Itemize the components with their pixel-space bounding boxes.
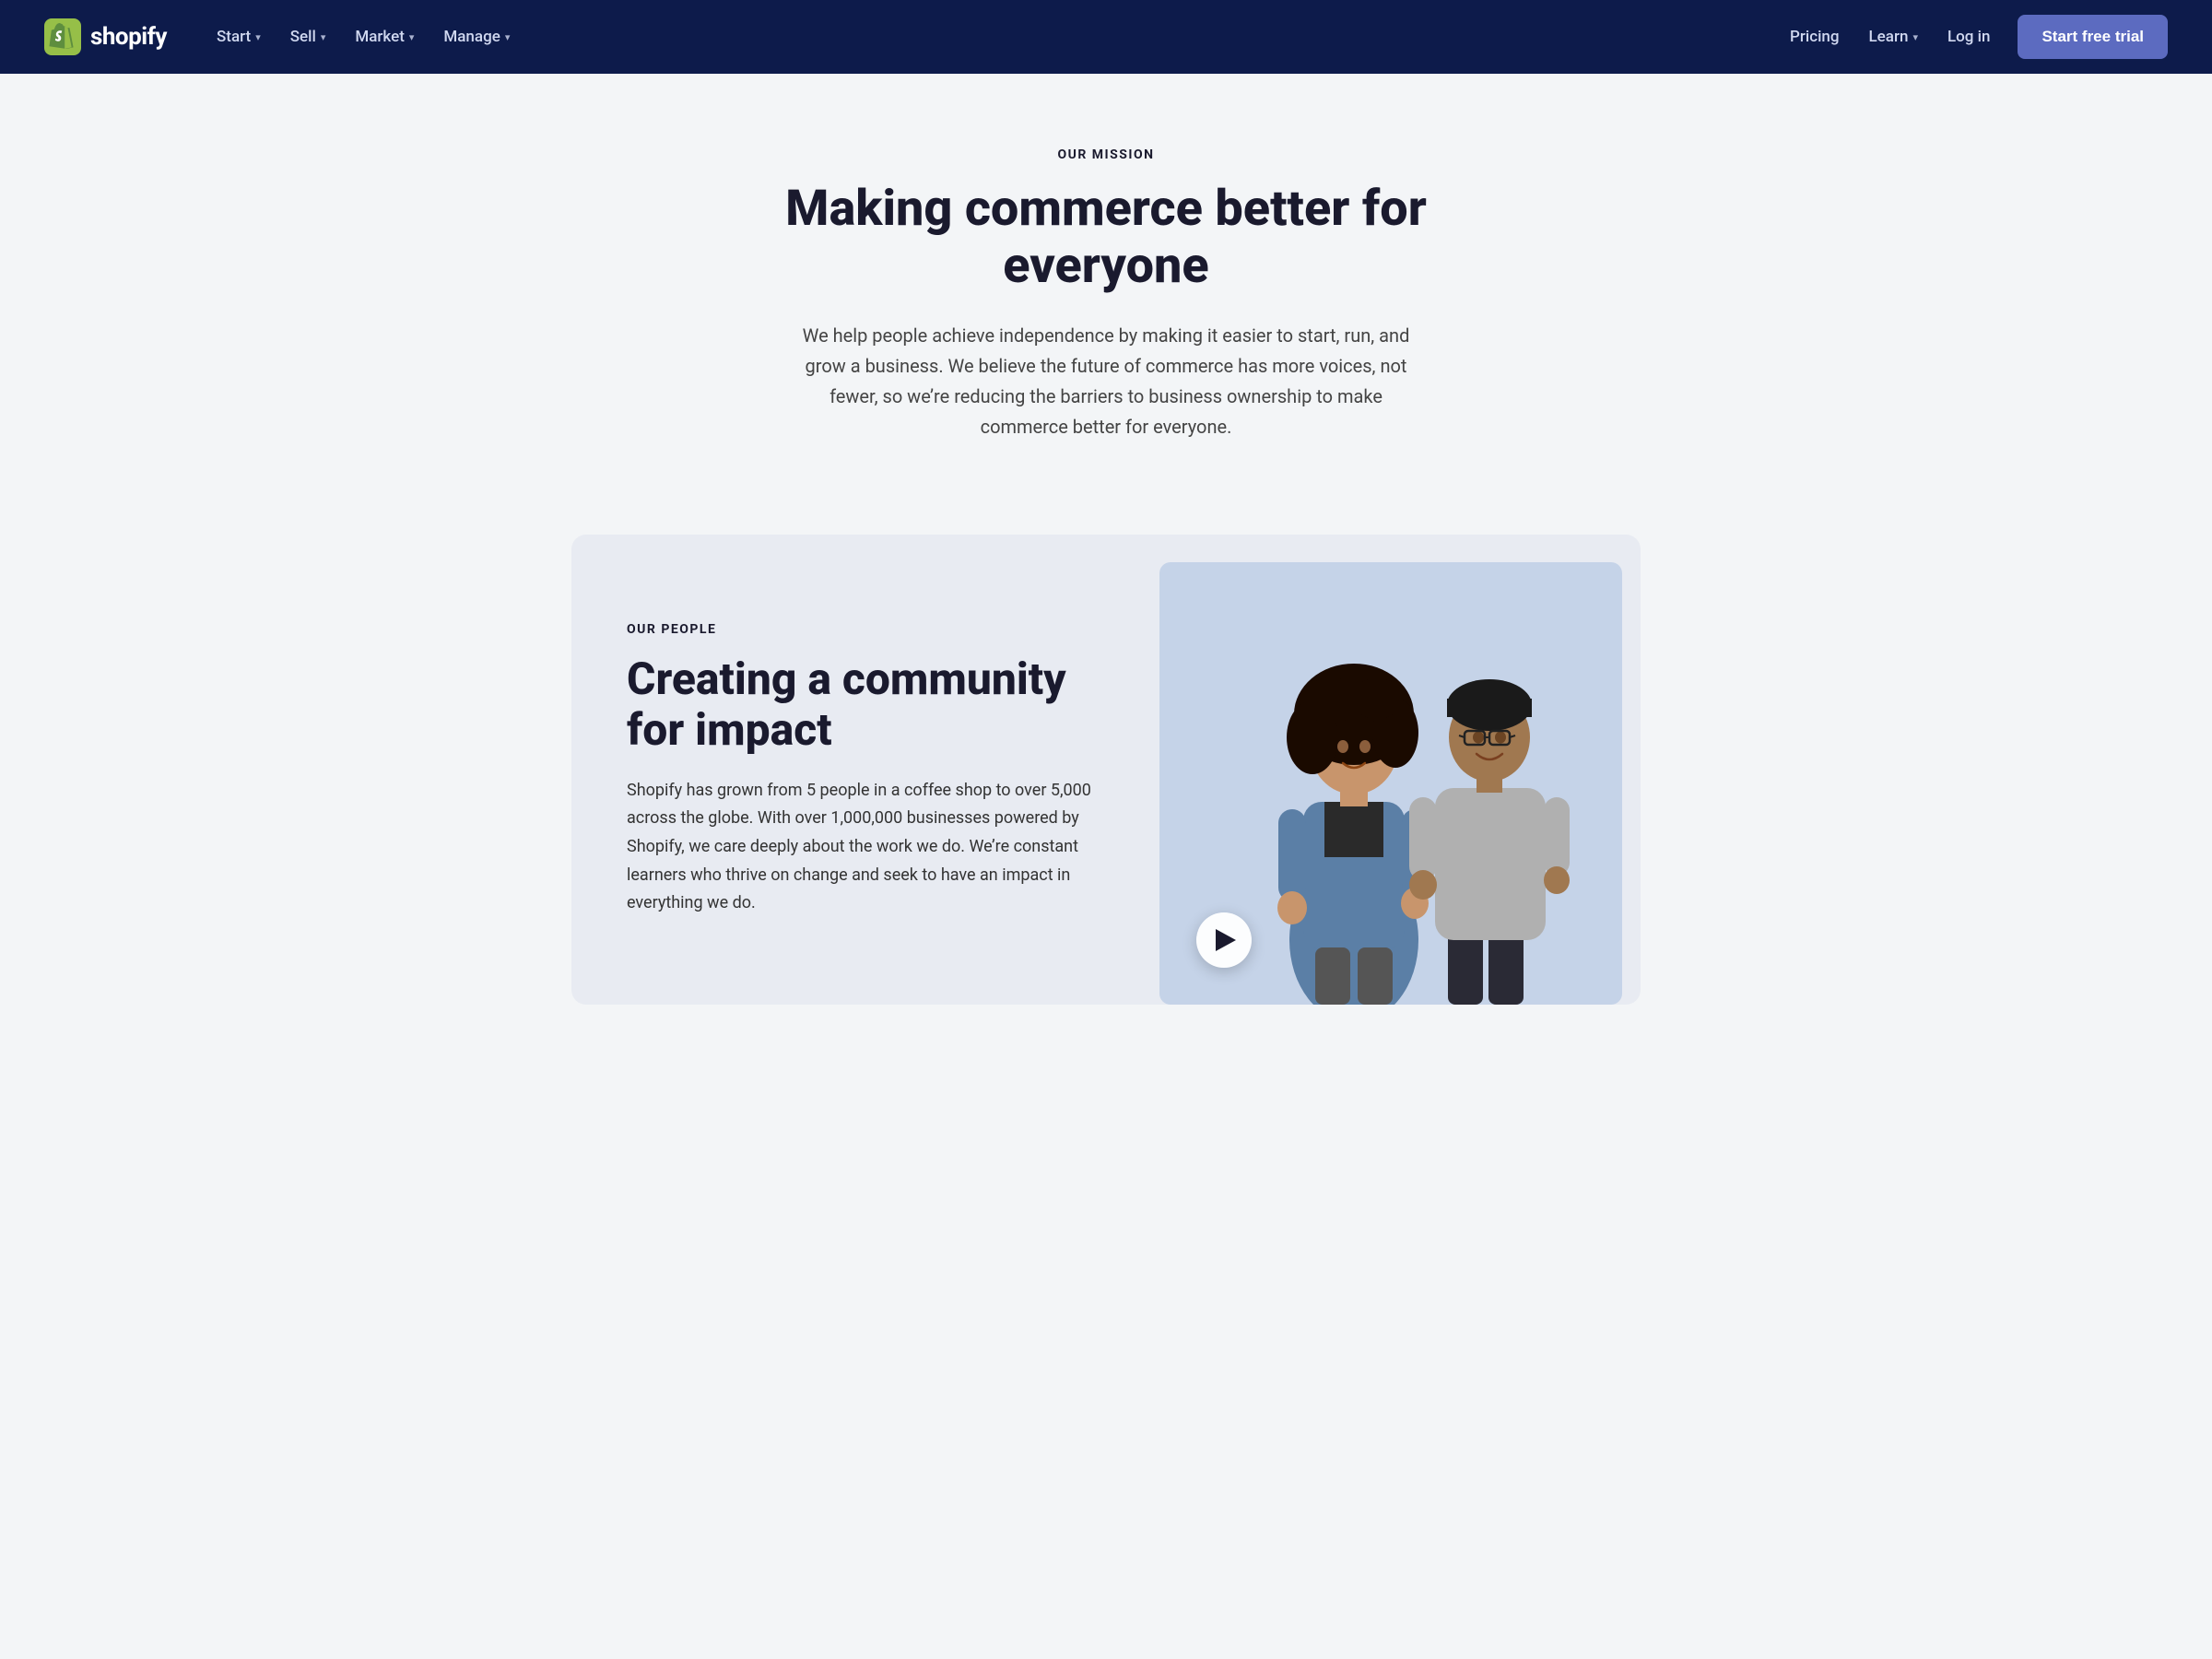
market-chevron-icon: ▾ <box>409 31 415 43</box>
hero-label: OUR MISSION <box>18 147 2194 162</box>
people-card: OUR PEOPLE Creating a community for impa… <box>571 535 1641 1005</box>
play-icon <box>1216 929 1236 951</box>
people-image-wrapper <box>1159 535 1641 1005</box>
people-body: Shopify has grown from 5 people in a cof… <box>627 777 1104 918</box>
shopify-logo-icon <box>44 18 81 55</box>
hero-subtitle: We help people achieve independence by m… <box>793 321 1419 442</box>
people-title: Creating a community for impact <box>627 653 1104 755</box>
people-section: OUR PEOPLE Creating a community for impa… <box>0 535 2212 1060</box>
hero-title: Making commerce better for everyone <box>737 181 1475 295</box>
manage-chevron-icon: ▾ <box>505 31 511 43</box>
start-chevron-icon: ▾ <box>255 31 261 43</box>
navigation: shopify Start ▾ Sell ▾ Market ▾ Manage ▾… <box>0 0 2212 74</box>
nav-pricing[interactable]: Pricing <box>1777 20 1853 53</box>
logo-link[interactable]: shopify <box>44 18 167 55</box>
nav-manage[interactable]: Manage ▾ <box>430 20 523 53</box>
people-photo <box>1159 562 1622 1005</box>
nav-login[interactable]: Log in <box>1935 20 2003 53</box>
hero-section: OUR MISSION Making commerce better for e… <box>0 74 2212 535</box>
nav-learn[interactable]: Learn ▾ <box>1856 20 1931 53</box>
people-content: OUR PEOPLE Creating a community for impa… <box>571 535 1159 1005</box>
play-button[interactable] <box>1196 912 1252 968</box>
primary-nav-links: Start ▾ Sell ▾ Market ▾ Manage ▾ <box>204 20 1777 53</box>
sell-chevron-icon: ▾ <box>321 31 326 43</box>
nav-market[interactable]: Market ▾ <box>342 20 427 53</box>
secondary-nav-links: Pricing Learn ▾ Log in Start free trial <box>1777 15 2168 59</box>
start-free-trial-button[interactable]: Start free trial <box>2018 15 2168 59</box>
logo-text: shopify <box>90 23 167 51</box>
learn-chevron-icon: ▾ <box>1912 31 1918 43</box>
nav-start[interactable]: Start ▾ <box>204 20 274 53</box>
nav-sell[interactable]: Sell ▾ <box>277 20 339 53</box>
people-label: OUR PEOPLE <box>627 622 1104 637</box>
